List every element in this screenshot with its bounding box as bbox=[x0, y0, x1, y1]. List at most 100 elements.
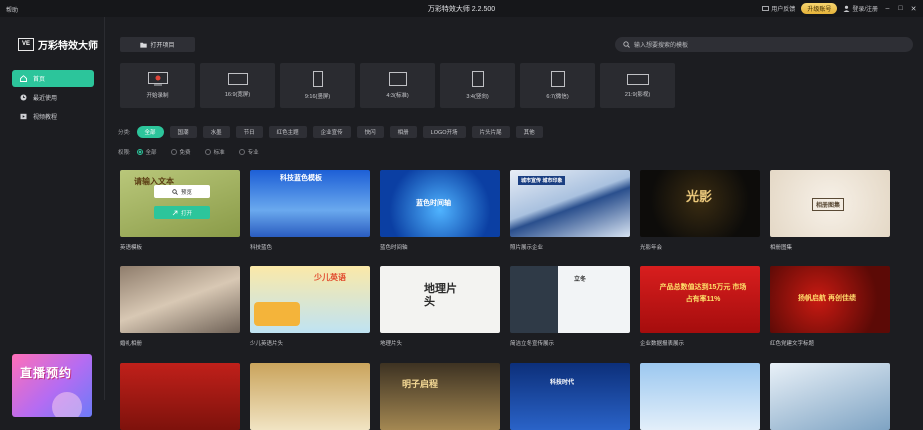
permission-radio-all[interactable]: 全部 bbox=[136, 148, 157, 156]
category-chip[interactable]: 快闪 bbox=[356, 126, 384, 138]
template-name: 科技蓝色 bbox=[250, 245, 273, 251]
template-thumbnail: 扬帆启航 再创佳绩 bbox=[770, 266, 890, 333]
logo-name: 万彩特效大师 bbox=[38, 41, 98, 52]
radio-label: 全部 bbox=[145, 150, 157, 156]
category-chip[interactable]: 企业宣传 bbox=[312, 126, 351, 138]
radio-label: 专业 bbox=[247, 150, 259, 156]
search-input[interactable]: 输入想要搜索的模板 bbox=[615, 37, 913, 52]
category-chip[interactable]: 国潮 bbox=[169, 126, 197, 138]
upgrade-button[interactable]: 升级账号 bbox=[801, 3, 838, 14]
ratio-6-7[interactable]: 6:7(微信) bbox=[520, 63, 595, 108]
sidebar-item-label: 视频教程 bbox=[33, 115, 58, 121]
ratio-label: 开始录制 bbox=[146, 93, 169, 99]
feedback-button[interactable]: 用户反馈 bbox=[762, 4, 795, 13]
template-card[interactable]: 科技蓝色模板 科技蓝色 bbox=[250, 170, 370, 251]
vertical-icon bbox=[471, 71, 484, 87]
permission-radio-standard[interactable]: 标准 bbox=[204, 148, 225, 156]
template-name: 蓝色时间轴 bbox=[380, 245, 408, 251]
cinema-icon bbox=[626, 73, 649, 85]
template-thumbnail: 地理片头 bbox=[380, 266, 500, 333]
sidebar-nav: 首页 最近使用 视频教程 bbox=[12, 70, 94, 127]
ratio-record[interactable]: 开始录制 bbox=[120, 63, 195, 108]
thumbnail-title: 蓝色时间轴 bbox=[416, 200, 451, 207]
template-card[interactable]: 蓝色时间轴 蓝色时间轴 bbox=[380, 170, 500, 251]
thumbnail-title: 科技时代 bbox=[550, 380, 575, 386]
minimize-button[interactable]: – bbox=[884, 5, 891, 12]
sidebar-item-recent[interactable]: 最近使用 bbox=[12, 89, 94, 106]
school-bus-graphic bbox=[254, 302, 300, 326]
template-thumbnail: 少儿英语 bbox=[250, 266, 370, 333]
template-thumbnail bbox=[250, 363, 370, 430]
open-template-button[interactable]: 打开 bbox=[154, 206, 210, 219]
template-card[interactable]: 相册图集 相册图集 bbox=[770, 170, 890, 251]
template-name: 地理片头 bbox=[380, 341, 403, 347]
title-bar: 帮助 万彩特效大师 2.2.500 用户反馈 升级账号 登录/注册 – □ ✕ bbox=[0, 0, 923, 17]
template-card[interactable] bbox=[640, 363, 760, 430]
ratio-16-9[interactable]: 16:9(宽屏) bbox=[200, 63, 275, 108]
ratio-label: 9:16(竖屏) bbox=[304, 94, 331, 100]
template-card[interactable]: 科技时代 bbox=[510, 363, 630, 430]
ratio-3-4[interactable]: 3:4(竖向) bbox=[440, 63, 515, 108]
permission-filter: 权限: 全部 免费 标准 专业 bbox=[118, 148, 267, 156]
template-card[interactable]: 光影 光影年会 bbox=[640, 170, 760, 251]
template-card[interactable]: 婚礼相册 bbox=[120, 266, 240, 347]
template-card[interactable]: 扬帆启航 再创佳绩 红色党建文字标题 bbox=[770, 266, 890, 347]
thumbnail-title: 城市宣传 城市印象 bbox=[518, 176, 566, 185]
user-icon bbox=[843, 5, 850, 12]
thumbnail-title: 科技蓝色模板 bbox=[280, 175, 322, 182]
radio-dot bbox=[136, 149, 143, 155]
template-card[interactable]: 少儿英语 少儿英语片头 bbox=[250, 266, 370, 347]
template-card[interactable]: 立冬 简洁立冬宣传展示 bbox=[510, 266, 630, 347]
sidebar-item-label: 最近使用 bbox=[33, 96, 58, 102]
search-icon bbox=[623, 41, 630, 48]
category-chip[interactable]: 节日 bbox=[235, 126, 263, 138]
live-promo-banner[interactable]: 直播预约 bbox=[12, 354, 92, 417]
template-name: 简洁立冬宣传展示 bbox=[510, 341, 555, 347]
template-card[interactable]: 地理片头 地理片头 bbox=[380, 266, 500, 347]
thumbnail-title: 相册图集 bbox=[812, 198, 845, 211]
search-placeholder: 输入想要搜索的模板 bbox=[634, 43, 689, 49]
template-card[interactable] bbox=[770, 363, 890, 430]
permission-radio-free[interactable]: 免费 bbox=[170, 148, 191, 156]
category-chip[interactable]: 水墨 bbox=[202, 126, 230, 138]
category-chip[interactable]: 红色主题 bbox=[268, 126, 307, 138]
open-project-button[interactable]: 打开项目 bbox=[120, 37, 195, 52]
close-button[interactable]: ✕ bbox=[910, 5, 917, 13]
logo-mark: VE bbox=[18, 38, 34, 51]
main-content: 打开项目 输入想要搜索的模板 开始录制 16:9(宽屏) 9:16(竖屏) 4:… bbox=[106, 17, 923, 430]
ratio-9-16[interactable]: 9:16(竖屏) bbox=[280, 63, 355, 108]
login-button[interactable]: 登录/注册 bbox=[843, 4, 878, 13]
template-card[interactable] bbox=[250, 363, 370, 430]
preview-button[interactable]: 预览 bbox=[154, 185, 210, 198]
thumbnail-title: 产品总数值达到15万元 市场占有率11% bbox=[659, 284, 747, 303]
template-thumbnail: 科技时代 bbox=[510, 363, 630, 430]
category-chip[interactable]: LOGO开场 bbox=[422, 126, 466, 138]
open-icon bbox=[172, 210, 178, 215]
home-icon bbox=[20, 75, 27, 82]
ratio-21-9[interactable]: 21:9(影视) bbox=[600, 63, 675, 108]
template-thumbnail: 城市宣传 城市印象 bbox=[510, 170, 630, 237]
template-card[interactable] bbox=[120, 363, 240, 430]
ratio-4-3[interactable]: 4:3(标准) bbox=[360, 63, 435, 108]
thumbnail-title: 明子启程 bbox=[402, 379, 439, 389]
sidebar-item-home[interactable]: 首页 bbox=[12, 70, 94, 87]
permission-radio-pro[interactable]: 专业 bbox=[238, 148, 259, 156]
login-label: 登录/注册 bbox=[852, 7, 878, 13]
category-chip[interactable]: 全部 bbox=[136, 126, 164, 138]
category-chip[interactable]: 其他 bbox=[515, 126, 543, 138]
sidebar-item-label: 首页 bbox=[33, 77, 46, 83]
sidebar-item-tutorial[interactable]: 视频教程 bbox=[12, 108, 94, 125]
template-card[interactable]: 产品总数值达到15万元 市场占有率11% 企业数据报表展示 bbox=[640, 266, 760, 347]
maximize-button[interactable]: □ bbox=[897, 5, 904, 12]
template-thumbnail bbox=[770, 363, 890, 430]
folder-icon bbox=[140, 42, 148, 48]
template-name: 红色党建文字标题 bbox=[770, 341, 815, 347]
category-chip[interactable]: 片头片尾 bbox=[471, 126, 510, 138]
radio-dot bbox=[170, 149, 177, 155]
template-card[interactable]: 城市宣传 城市印象 照片展示企业 bbox=[510, 170, 630, 251]
template-name: 照片展示企业 bbox=[510, 245, 544, 251]
template-card[interactable]: 明子启程 bbox=[380, 363, 500, 430]
category-chip[interactable]: 相册 bbox=[389, 126, 417, 138]
template-card[interactable]: 请输入文本 预览 打开 英语模板 bbox=[120, 170, 240, 251]
sidebar: VE 万彩特效大师 首页 最近使用 视频教程 直播预约 bbox=[0, 17, 105, 417]
